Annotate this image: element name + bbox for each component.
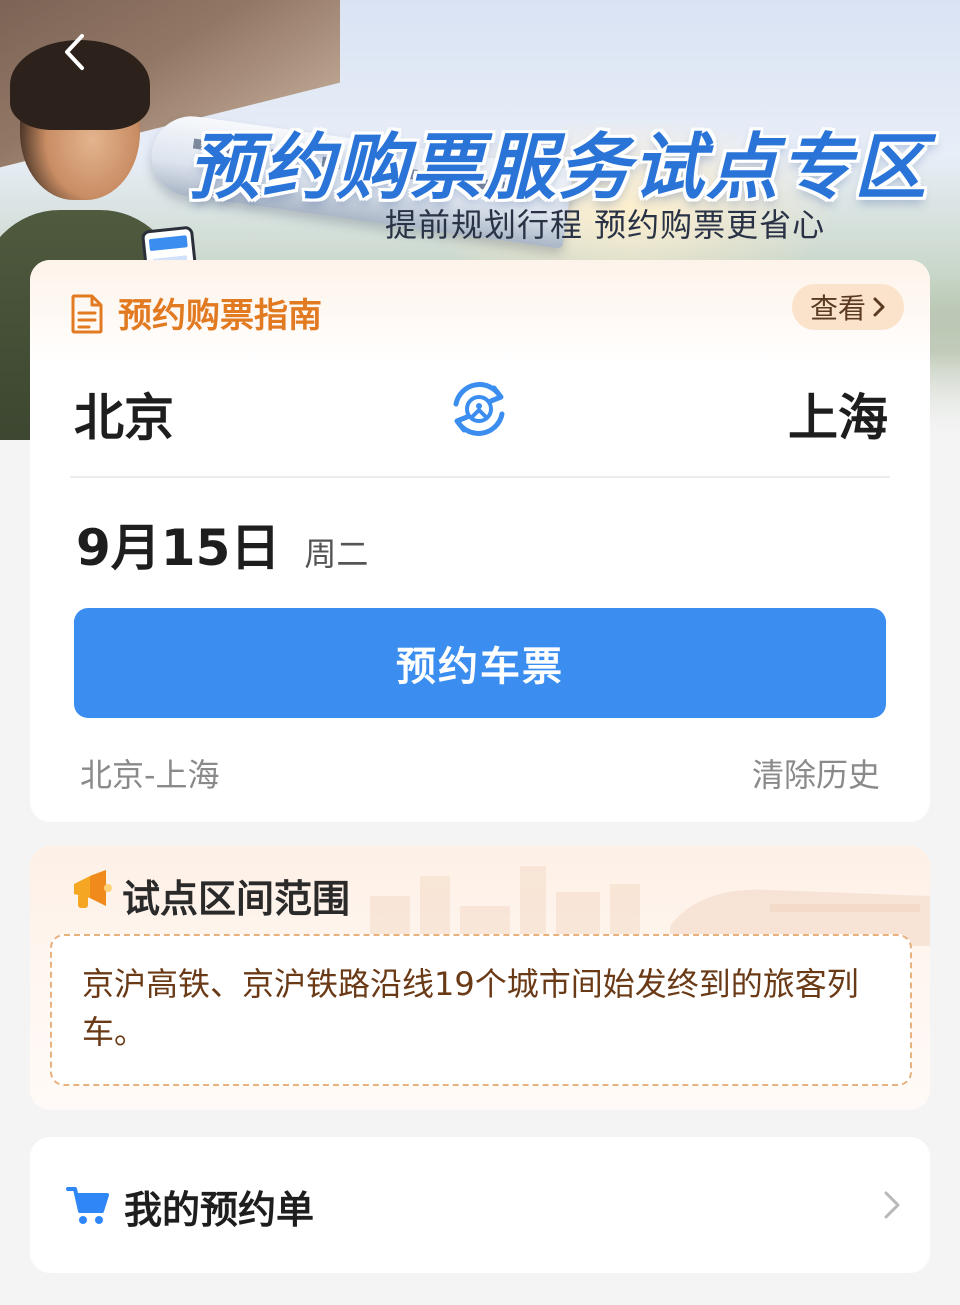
book-ticket-button[interactable]: 预约车票 (74, 608, 886, 718)
scope-description-box: 京沪高铁、京沪铁路沿线19个城市间始发终到的旅客列车。 (50, 934, 912, 1086)
view-guide-label: 查看 (809, 292, 866, 325)
chevron-right-icon (873, 297, 885, 317)
my-reservations-label: 我的预约单 (124, 1188, 315, 1232)
scope-description: 京沪高铁、京沪铁路沿线19个城市间始发终到的旅客列车。 (82, 965, 859, 1051)
arrival-station[interactable]: 上海 (788, 378, 888, 450)
date-selector[interactable]: 9月15日 周二 (76, 508, 368, 580)
cart-icon (66, 1187, 109, 1224)
banner-title: 预约购票服务试点专区 (187, 125, 928, 209)
chevron-right-icon (884, 1191, 900, 1219)
pilot-scope-card: 试点区间范围 京沪高铁、京沪铁路沿线19个城市间始发终到的旅客列车。 (30, 846, 930, 1110)
guide-title: 预约购票指南 (118, 296, 322, 336)
back-arrow-icon (65, 34, 84, 70)
travel-date: 9月15日 (76, 519, 281, 577)
swap-stations-button[interactable] (444, 374, 514, 444)
travel-weekday: 周二 (304, 535, 369, 573)
booking-card: 预约购票指南 查看 北京 上海 9月15日 周二 预约车票 北京-上海 清除历史 (30, 260, 930, 822)
divider (70, 476, 890, 478)
my-reservations-row[interactable]: 我的预约单 (30, 1137, 930, 1273)
back-button[interactable] (52, 30, 96, 74)
skyline-illustration (370, 866, 930, 946)
megaphone-icon (74, 870, 112, 908)
view-guide-button[interactable]: 查看 (792, 284, 904, 330)
clear-history-button[interactable]: 清除历史 (752, 750, 880, 796)
document-icon (71, 294, 103, 334)
departure-station[interactable]: 北京 (74, 378, 174, 450)
history-route-item[interactable]: 北京-上海 (80, 750, 220, 796)
swap-stations-icon (453, 382, 505, 436)
scope-title: 试点区间范围 (122, 877, 351, 921)
banner-subtitle: 提前规划行程 预约购票更省心 (385, 206, 826, 244)
